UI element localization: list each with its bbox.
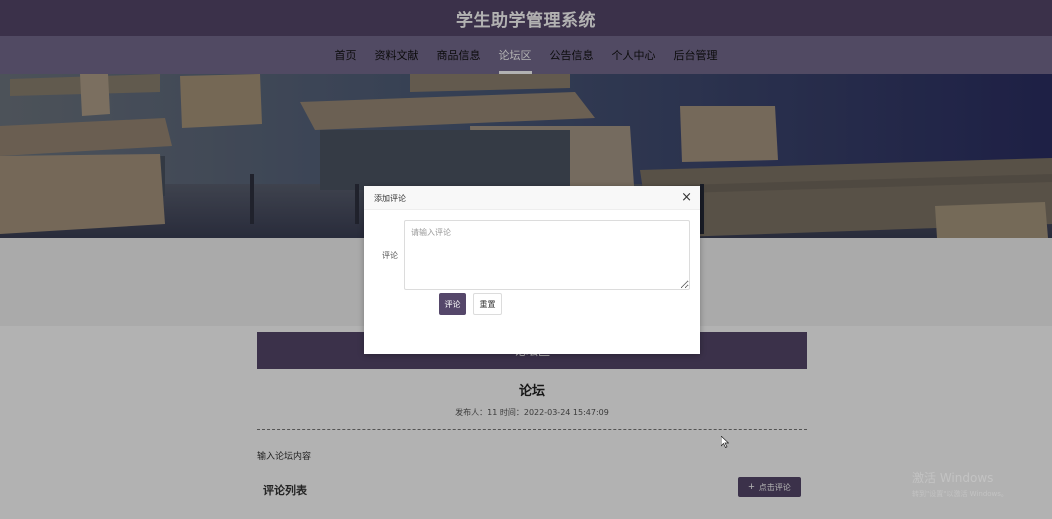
windows-activation-watermark: 激活 Windows 转到"设置"以激活 Windows。 bbox=[912, 469, 1008, 499]
close-icon[interactable]: × bbox=[681, 190, 692, 206]
watermark-line2: 转到"设置"以激活 Windows。 bbox=[912, 490, 1008, 498]
comment-field-label: 评论 bbox=[382, 251, 398, 260]
comment-textarea[interactable] bbox=[404, 220, 690, 290]
add-comment-dialog: 添加评论 × 评论 评论 重置 bbox=[364, 186, 700, 354]
watermark-line1: 激活 Windows bbox=[912, 471, 994, 485]
mouse-cursor-icon bbox=[721, 436, 729, 448]
submit-comment-button[interactable]: 评论 bbox=[439, 293, 466, 315]
dialog-title: 添加评论 bbox=[374, 194, 406, 203]
reset-button[interactable]: 重置 bbox=[473, 293, 502, 315]
dialog-header: 添加评论 × bbox=[364, 186, 700, 210]
